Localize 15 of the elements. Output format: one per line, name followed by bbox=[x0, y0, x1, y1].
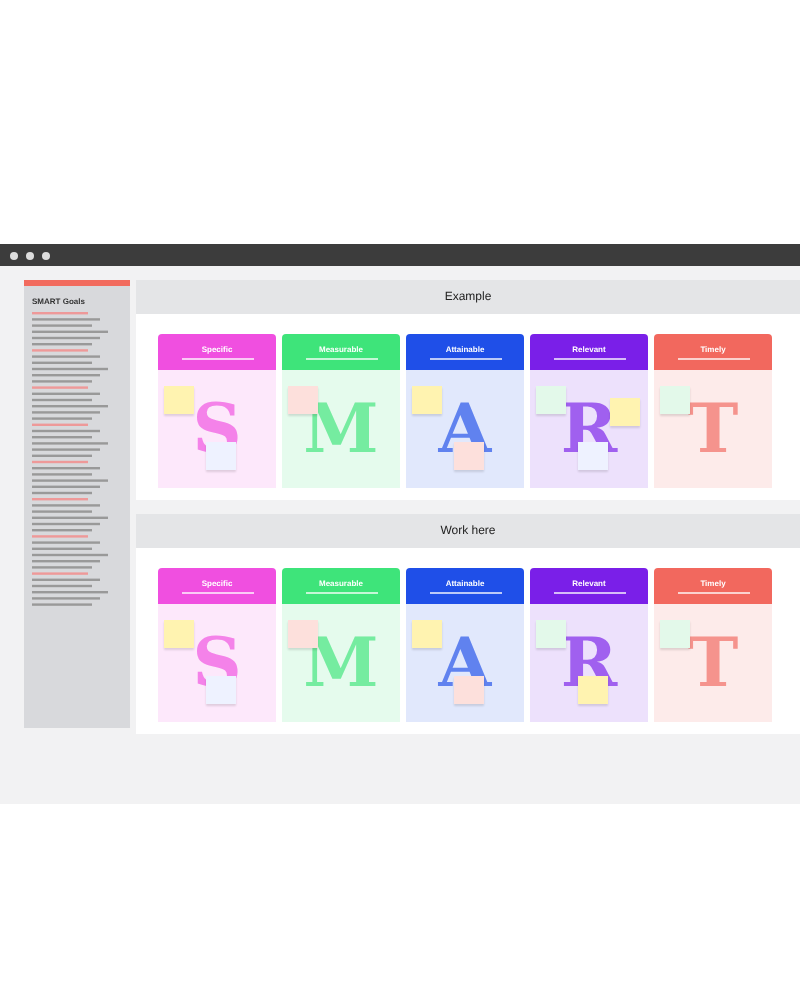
sticky-note[interactable] bbox=[164, 386, 194, 414]
column-letter: T bbox=[687, 389, 739, 469]
column-letter: M bbox=[303, 389, 379, 469]
sticky-note[interactable] bbox=[412, 386, 442, 414]
sticky-note[interactable] bbox=[660, 386, 690, 414]
column-letter: T bbox=[687, 623, 739, 703]
sticky-note[interactable] bbox=[164, 620, 194, 648]
window-dot-icon bbox=[10, 251, 18, 259]
sticky-note[interactable] bbox=[412, 620, 442, 648]
window-dot-icon bbox=[26, 251, 34, 259]
window-dot-icon bbox=[42, 251, 50, 259]
sticky-note[interactable] bbox=[536, 386, 566, 414]
column-letter: M bbox=[303, 623, 379, 703]
sticky-note[interactable] bbox=[660, 620, 690, 648]
sticky-note[interactable] bbox=[536, 620, 566, 648]
